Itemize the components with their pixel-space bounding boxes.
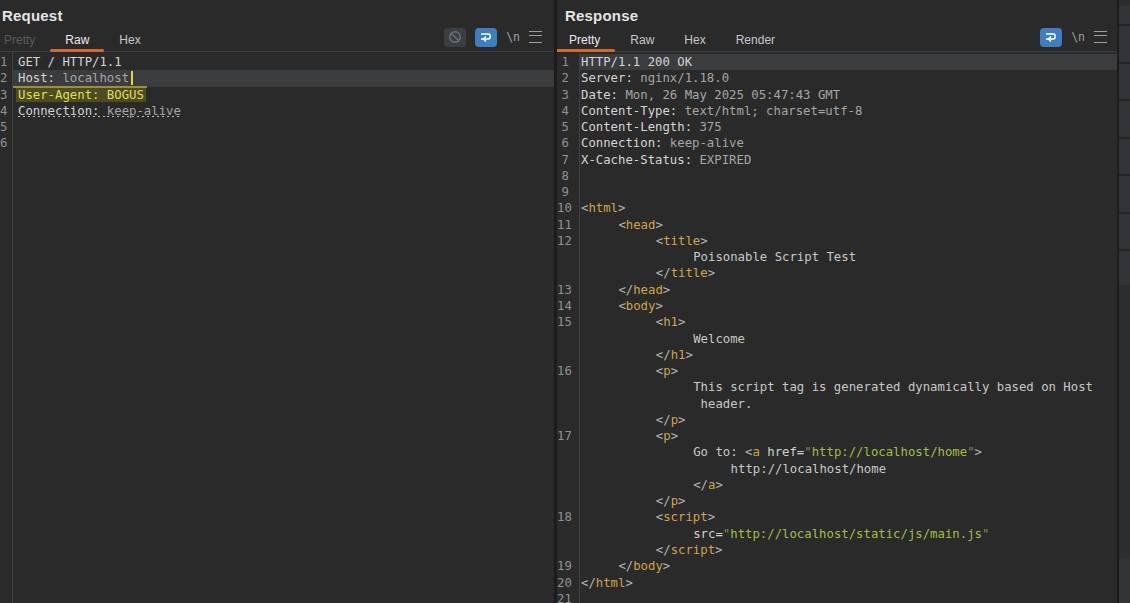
tab-raw[interactable]: Raw <box>50 28 104 52</box>
editor-menu-icon[interactable] <box>529 31 542 43</box>
code-line: Go to: <a href="http://localhost/home"> <box>557 444 1117 460</box>
text-caret <box>131 71 133 86</box>
code-line: 20</html> <box>557 575 1117 591</box>
code-line: header. <box>557 396 1117 412</box>
code-line: 1GET / HTTP/1.1 <box>0 54 554 70</box>
tab-raw[interactable]: Raw <box>615 28 669 52</box>
response-tabs: PrettyRawHexRender <box>557 28 790 52</box>
tab-render[interactable]: Render <box>721 28 790 52</box>
tab-pretty[interactable]: Pretty <box>557 28 615 52</box>
code-line: Welcome <box>557 331 1117 347</box>
code-line: 19 </body> <box>557 558 1117 574</box>
response-header: Response PrettyRawHexRender \n <box>557 0 1117 52</box>
code-line: 7X-Cache-Status: EXPIRED <box>557 152 1117 168</box>
code-line: 15 <h1> <box>557 314 1117 330</box>
request-editor-icons: \n <box>444 27 554 47</box>
line-number: 9 <box>557 184 569 200</box>
code-line: 17 <p> <box>557 428 1117 444</box>
line-number: 5 <box>0 119 7 135</box>
response-editor-icons: \n <box>1040 27 1117 47</box>
response-editor[interactable]: 1HTTP/1.1 200 OK2Server: nginx/1.18.03Da… <box>557 52 1117 603</box>
soft-wrap-icon[interactable] <box>1040 28 1062 47</box>
request-header: Request PrettyRawHex \n <box>0 0 554 52</box>
soft-wrap-icon[interactable] <box>475 28 497 47</box>
code-line: Poisonable Script Test <box>557 249 1117 265</box>
code-line: </script> <box>557 542 1117 558</box>
read-only-icon[interactable] <box>444 28 466 47</box>
code-line: 6 <box>0 135 554 151</box>
scrollbar-thumb[interactable] <box>1119 6 1130 285</box>
response-scrollbar[interactable] <box>1119 0 1130 603</box>
response-title: Response <box>565 7 638 24</box>
code-line: This script tag is generated dynamically… <box>557 379 1117 395</box>
code-line: </title> <box>557 265 1117 281</box>
response-panel: Response PrettyRawHexRender \n 1HTTP/1.1… <box>557 0 1117 603</box>
code-line: 3User-Agent: BOGUS <box>0 87 554 103</box>
code-line: 11 <head> <box>557 217 1117 233</box>
code-line: 3Date: Mon, 26 May 2025 05:47:43 GMT <box>557 87 1117 103</box>
code-line: </p> <box>557 493 1117 509</box>
code-line: 6Connection: keep-alive <box>557 135 1117 151</box>
code-line: </p> <box>557 412 1117 428</box>
show-newlines-icon[interactable]: \n <box>506 30 520 44</box>
tab-pretty[interactable]: Pretty <box>0 28 50 52</box>
code-line: </h1> <box>557 347 1117 363</box>
tab-hex[interactable]: Hex <box>669 28 720 52</box>
code-line: 16 <p> <box>557 363 1117 379</box>
code-line: 8 <box>557 168 1117 184</box>
code-line: 21 <box>557 591 1117 603</box>
code-line: 1HTTP/1.1 200 OK <box>557 54 1117 70</box>
selection-top-border <box>13 86 147 88</box>
code-line: 9 <box>557 184 1117 200</box>
request-title: Request <box>2 7 63 24</box>
request-gutter-divider <box>12 52 13 603</box>
code-line: 4Connection: keep-alive <box>0 103 554 119</box>
line-number: 8 <box>557 168 569 184</box>
code-line: src="http://localhost/static/js/main.js" <box>557 526 1117 542</box>
code-line: 5 <box>0 119 554 135</box>
code-line: 12 <title> <box>557 233 1117 249</box>
code-line: 13 </head> <box>557 282 1117 298</box>
request-editor[interactable]: 1GET / HTTP/1.12Host: localhost3User-Age… <box>0 52 554 603</box>
line-number: 6 <box>0 135 7 151</box>
show-newlines-icon[interactable]: \n <box>1071 30 1085 44</box>
response-gutter-divider <box>579 52 580 603</box>
editor-menu-icon[interactable] <box>1094 31 1107 43</box>
code-line: 18 <script> <box>557 509 1117 525</box>
line-number: 21 <box>557 591 569 603</box>
request-tabs: PrettyRawHex <box>0 28 156 52</box>
scrollbar-bottom <box>1119 558 1130 603</box>
code-line: http://localhost/home <box>557 461 1117 477</box>
code-line: 2Server: nginx/1.18.0 <box>557 70 1117 86</box>
code-line: 4Content-Type: text/html; charset=utf-8 <box>557 103 1117 119</box>
code-line: 10<html> <box>557 200 1117 216</box>
code-line: 14 <body> <box>557 298 1117 314</box>
tab-hex[interactable]: Hex <box>104 28 155 52</box>
code-line: </a> <box>557 477 1117 493</box>
request-panel: Request PrettyRawHex \n 1GET / HTTP/1.12… <box>0 0 554 603</box>
code-line: 2Host: localhost <box>0 70 554 86</box>
code-line: 5Content-Length: 375 <box>557 119 1117 135</box>
